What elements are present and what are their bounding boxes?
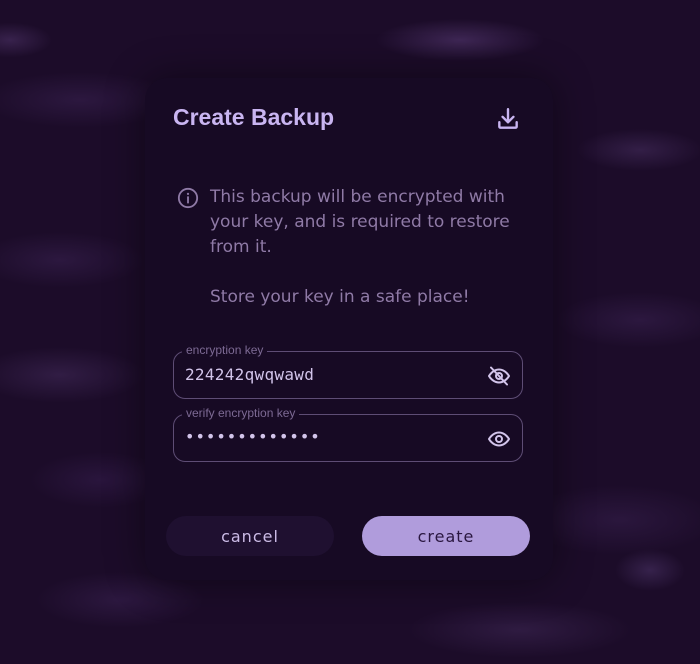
cancel-button[interactable]: cancel <box>166 516 334 556</box>
dialog-title: Create Backup <box>173 104 335 130</box>
info-icon <box>177 187 199 209</box>
info-paragraph-safe-place: Store your key in a safe place! <box>210 287 470 307</box>
encryption-key-value[interactable]: 224242qwqwawd <box>185 365 314 384</box>
eye-icon[interactable] <box>486 427 512 451</box>
info-message: This backup will be encrypted with your … <box>210 185 530 335</box>
create-backup-dialog: Create Backup This backup will be encryp… <box>145 78 553 580</box>
verify-encryption-key-value[interactable]: ••••••••••••• <box>185 427 321 446</box>
create-button[interactable]: create <box>362 516 530 556</box>
encryption-key-label: encryption key <box>182 343 268 357</box>
eye-off-icon[interactable] <box>486 364 512 388</box>
verify-encryption-key-field[interactable]: verify encryption key ••••••••••••• <box>173 406 523 462</box>
download-icon[interactable] <box>495 106 521 132</box>
info-paragraph-encryption: This backup will be encrypted with your … <box>210 187 510 257</box>
verify-encryption-key-label: verify encryption key <box>182 406 300 420</box>
encryption-key-field[interactable]: encryption key 224242qwqwawd <box>173 343 523 399</box>
